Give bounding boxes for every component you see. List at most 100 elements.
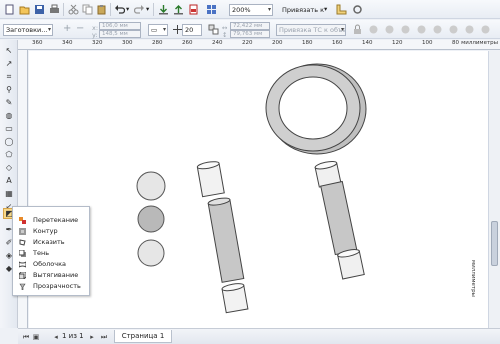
effects-flyout-menu: Перетекание Контур Исказить Тень Оболочк… <box>12 206 90 296</box>
flyout-item-drop-shadow[interactable]: Тень <box>14 248 89 259</box>
back-minus-front-icon[interactable] <box>464 24 475 35</box>
x-position-field[interactable]: 106,0 мм <box>99 22 141 30</box>
application-launcher-icon[interactable] <box>206 4 217 15</box>
flyout-item-extrude[interactable]: Вытягивание <box>14 270 89 281</box>
flyout-item-distort[interactable]: Исказить <box>14 237 89 248</box>
flyout-item-transparency[interactable]: Прозрачность <box>14 281 89 292</box>
flyout-item-label: Перетекание <box>33 216 79 224</box>
coreldraw-window: ▾ ▾ 200% ▾ Привязать к ▾ Заготовки... ▾ + … <box>0 0 500 344</box>
cap-bottom-shape[interactable] <box>221 282 249 314</box>
flyout-item-blend[interactable]: Перетекание <box>14 215 89 226</box>
polygon-tool-icon[interactable]: ⬠ <box>3 149 15 160</box>
snap-object-select[interactable]: Привязка ТС к объекту▾ <box>276 24 346 36</box>
flyout-item-label: Прозрачность <box>33 282 81 290</box>
ruler-label: 240 <box>212 40 223 46</box>
envelope-icon <box>19 261 26 268</box>
save-icon[interactable] <box>34 4 45 15</box>
next-page-icon[interactable]: ▸ <box>88 333 96 341</box>
rectangle-tool-icon[interactable]: ▭ <box>3 123 15 134</box>
first-page-icon[interactable]: ⏮ <box>22 333 30 341</box>
redo-dropdown-icon[interactable]: ▾ <box>146 5 149 13</box>
vertical-scrollbar[interactable] <box>488 51 500 328</box>
undo-icon[interactable] <box>114 4 125 15</box>
vertical-scroll-thumb[interactable] <box>491 221 498 266</box>
page-tab-1[interactable]: Страница 1 <box>114 330 172 343</box>
zoom-tool-icon[interactable]: ⚲ <box>3 84 15 95</box>
nudge-distance-value: 20 <box>185 26 194 34</box>
contour-icon <box>19 228 26 235</box>
duplicate-distance-icon[interactable] <box>208 24 219 35</box>
ellipse-tool-icon[interactable]: ◯ <box>3 136 15 147</box>
magnifier-endcap-shape[interactable] <box>337 248 365 280</box>
export-icon[interactable] <box>173 4 184 15</box>
new-document-icon[interactable] <box>4 4 15 15</box>
add-preset-icon[interactable]: + <box>63 23 71 34</box>
print-icon[interactable] <box>49 4 60 15</box>
ruler-label: 320 <box>92 40 103 46</box>
zoom-select[interactable]: 200% ▾ <box>229 4 273 16</box>
snap-dropdown-icon[interactable]: ▾ <box>324 5 327 13</box>
drawing-artwork <box>136 63 367 314</box>
paste-icon[interactable] <box>96 4 107 15</box>
weld-icon[interactable] <box>384 24 395 35</box>
flyout-item-label: Оболочка <box>33 260 66 268</box>
flyout-item-label: Контур <box>33 227 58 235</box>
y-position-field[interactable]: 148,5 мм <box>99 30 141 38</box>
rulers-icon[interactable] <box>336 4 347 15</box>
ruler-label: 80 <box>452 40 459 46</box>
front-minus-back-icon[interactable] <box>448 24 459 35</box>
nudge-distance-field[interactable]: 20 <box>182 24 202 36</box>
align-icon[interactable] <box>368 24 379 35</box>
snap-object-value: Привязка ТС к объекту <box>279 26 345 34</box>
light-circle-shape[interactable] <box>136 171 166 201</box>
width-field[interactable]: 72,422 мм <box>230 22 270 30</box>
cap-top-shape[interactable] <box>196 160 225 198</box>
shape-tool-icon[interactable]: ↗ <box>3 58 15 69</box>
magnifier-handle-shape[interactable] <box>320 180 358 256</box>
drop-shadow-icon <box>19 250 26 257</box>
object-type-select[interactable]: ▭ ▾ <box>148 24 168 36</box>
open-icon[interactable] <box>19 4 30 15</box>
crop-tool-icon[interactable]: ⌗ <box>3 71 15 82</box>
standard-toolbar: ▾ ▾ 200% ▾ Привязать к ▾ <box>0 0 500 19</box>
gray-circle-shape[interactable] <box>137 205 165 233</box>
magnifier-ring-shape[interactable] <box>265 63 367 155</box>
snap-to-label[interactable]: Привязать к <box>282 6 324 14</box>
smart-fill-tool-icon[interactable]: ◍ <box>3 110 15 121</box>
previous-page-icon[interactable]: ◂ <box>52 333 60 341</box>
basic-shapes-tool-icon[interactable]: ◇ <box>3 162 15 173</box>
horizontal-ruler[interactable]: 360 340 320 300 280 260 240 220 200 180 … <box>18 40 500 50</box>
remove-preset-icon[interactable]: − <box>76 23 84 34</box>
flyout-item-envelope[interactable]: Оболочка <box>14 259 89 270</box>
presets-select[interactable]: Заготовки... ▾ <box>3 24 53 36</box>
last-page-icon[interactable]: ⏭ <box>100 333 108 341</box>
flyout-item-contour[interactable]: Контур <box>14 226 89 237</box>
chevron-down-icon: ▾ <box>47 26 51 33</box>
pick-tool-icon[interactable]: ↖ <box>3 45 15 56</box>
blend-icon <box>19 217 26 224</box>
light-circle-shape-2[interactable] <box>137 239 165 267</box>
height-field[interactable]: 79,763 мм <box>230 30 270 38</box>
boundary-icon[interactable] <box>480 24 491 35</box>
add-page-icon[interactable]: ▣ <box>32 333 40 341</box>
transparency-icon <box>19 283 26 290</box>
import-icon[interactable] <box>158 4 169 15</box>
ruler-label: 200 <box>272 40 283 46</box>
lock-ratio-icon[interactable] <box>352 24 363 35</box>
freehand-tool-icon[interactable]: ✎ <box>3 97 15 108</box>
page-count: 1 из 1 <box>62 332 84 340</box>
ruler-label: 100 <box>422 40 433 46</box>
trim-icon[interactable] <box>400 24 411 35</box>
text-tool-icon[interactable]: A <box>3 175 15 186</box>
simplify-icon[interactable] <box>432 24 443 35</box>
intersect-icon[interactable] <box>416 24 427 35</box>
table-tool-icon[interactable]: ▦ <box>3 188 15 199</box>
options-icon[interactable] <box>352 4 363 15</box>
publish-pdf-icon[interactable] <box>188 4 199 15</box>
drawing-canvas[interactable] <box>29 51 488 328</box>
handle-body-shape[interactable] <box>207 197 245 283</box>
redo-icon[interactable] <box>134 4 145 15</box>
copy-icon[interactable] <box>82 4 93 15</box>
undo-dropdown-icon[interactable]: ▾ <box>126 5 129 13</box>
cut-icon[interactable] <box>68 4 79 15</box>
